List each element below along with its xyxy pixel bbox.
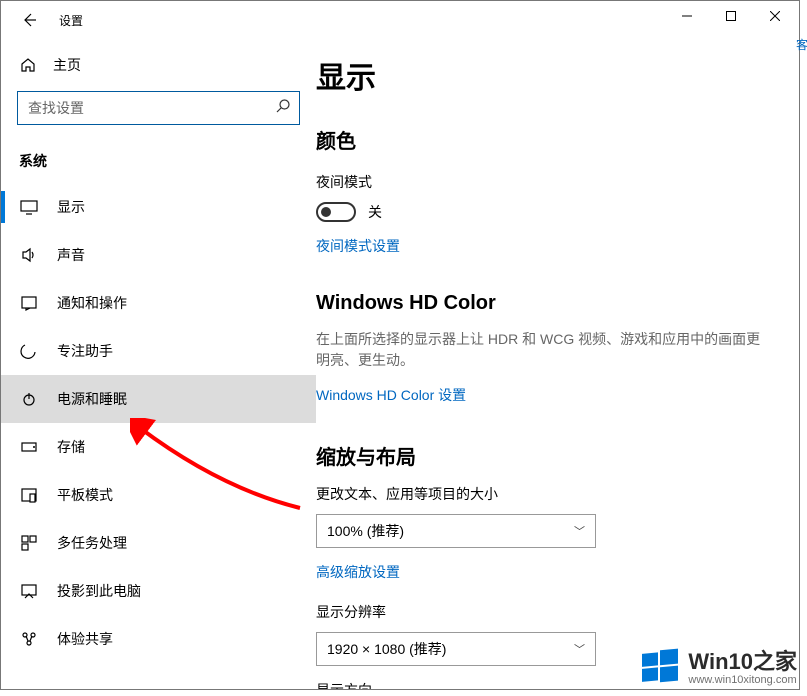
- sound-icon: [19, 246, 39, 264]
- home-button[interactable]: 主页: [1, 45, 316, 85]
- sidebar-item-focus[interactable]: 专注助手: [1, 327, 316, 375]
- hd-settings-link[interactable]: Windows HD Color 设置: [316, 385, 466, 405]
- sidebar: 主页 系统 显示 声音 通知和操作: [1, 39, 316, 689]
- sidebar-item-projecting[interactable]: 投影到此电脑: [1, 567, 316, 615]
- content: 显示 颜色 夜间模式 关 夜间模式设置 Windows HD Color 在上面…: [316, 39, 799, 689]
- sidebar-item-label: 存储: [57, 437, 85, 457]
- sidebar-item-label: 电源和睡眠: [57, 389, 127, 409]
- watermark-url: www.win10xitong.com: [688, 674, 797, 686]
- section-hd: Windows HD Color 在上面所选择的显示器上让 HDR 和 WCG …: [316, 292, 773, 405]
- project-icon: [19, 582, 39, 600]
- sidebar-item-label: 体验共享: [57, 629, 113, 649]
- night-mode-label: 夜间模式: [316, 172, 773, 192]
- home-label: 主页: [53, 55, 81, 75]
- display-icon: [19, 198, 39, 216]
- settings-window: 设置 主页: [0, 0, 800, 690]
- titlebar: 设置: [1, 1, 799, 39]
- search-icon: [275, 98, 291, 119]
- search-box[interactable]: [17, 91, 300, 125]
- multitask-icon: [19, 534, 39, 552]
- resolution-value: 1920 × 1080 (推荐): [327, 639, 446, 659]
- scale-label: 更改文本、应用等项目的大小: [316, 484, 773, 504]
- chevron-down-icon: ﹀: [574, 641, 585, 657]
- close-button[interactable]: [753, 1, 797, 31]
- sidebar-item-label: 投影到此电脑: [57, 581, 141, 601]
- sidebar-item-tablet[interactable]: 平板模式: [1, 471, 316, 519]
- advanced-scale-link[interactable]: 高级缩放设置: [316, 562, 400, 582]
- sidebar-item-display[interactable]: 显示: [1, 183, 316, 231]
- chevron-down-icon: ﹀: [574, 523, 585, 539]
- watermark-title: Win10之家: [688, 650, 797, 674]
- night-mode-row: 关: [316, 202, 773, 222]
- share-icon: [19, 630, 39, 648]
- sidebar-item-storage[interactable]: 存储: [1, 423, 316, 471]
- sidebar-item-multitask[interactable]: 多任务处理: [1, 519, 316, 567]
- windows-logo-icon: [640, 648, 680, 688]
- nav-list: 显示 声音 通知和操作 专注助手 电源和睡眠: [1, 183, 316, 663]
- section-heading-color: 颜色: [316, 125, 773, 154]
- watermark-text: Win10之家 www.win10xitong.com: [688, 650, 797, 686]
- section-heading-hd: Windows HD Color: [316, 292, 773, 315]
- window-title: 设置: [59, 12, 83, 29]
- sidebar-item-label: 平板模式: [57, 485, 113, 505]
- page-title: 显示: [316, 53, 773, 97]
- section-color: 颜色 夜间模式 关 夜间模式设置: [316, 125, 773, 256]
- night-mode-settings-link[interactable]: 夜间模式设置: [316, 236, 400, 256]
- sidebar-item-label: 专注助手: [57, 341, 113, 361]
- sidebar-item-notifications[interactable]: 通知和操作: [1, 279, 316, 327]
- window-controls: [665, 1, 797, 31]
- sidebar-item-label: 多任务处理: [57, 533, 127, 553]
- scale-value: 100% (推荐): [327, 521, 404, 541]
- category-label: 系统: [1, 139, 316, 183]
- notification-icon: [19, 294, 39, 312]
- power-icon: [19, 390, 39, 408]
- hd-description: 在上面所选择的显示器上让 HDR 和 WCG 视频、游戏和应用中的画面更明亮、更…: [316, 329, 773, 371]
- toggle-state: 关: [368, 202, 382, 222]
- body: 主页 系统 显示 声音 通知和操作: [1, 39, 799, 689]
- edge-fragment: 客: [796, 36, 807, 53]
- search-input[interactable]: [28, 100, 275, 116]
- sidebar-item-label: 显示: [57, 197, 85, 217]
- resolution-dropdown[interactable]: 1920 × 1080 (推荐) ﹀: [316, 632, 596, 666]
- minimize-button[interactable]: [665, 1, 709, 31]
- maximize-button[interactable]: [709, 1, 753, 31]
- sidebar-item-sharing[interactable]: 体验共享: [1, 615, 316, 663]
- back-button[interactable]: [19, 10, 39, 30]
- sidebar-item-sound[interactable]: 声音: [1, 231, 316, 279]
- home-icon: [19, 57, 37, 73]
- sidebar-item-power[interactable]: 电源和睡眠: [1, 375, 316, 423]
- watermark: Win10之家 www.win10xitong.com: [640, 648, 797, 688]
- tablet-icon: [19, 486, 39, 504]
- storage-icon: [19, 438, 39, 456]
- focus-icon: [19, 342, 39, 360]
- night-mode-toggle[interactable]: [316, 202, 356, 222]
- sidebar-item-label: 声音: [57, 245, 85, 265]
- sidebar-item-label: 通知和操作: [57, 293, 127, 313]
- scale-dropdown[interactable]: 100% (推荐) ﹀: [316, 514, 596, 548]
- resolution-label: 显示分辨率: [316, 602, 773, 622]
- section-heading-scale: 缩放与布局: [316, 441, 773, 470]
